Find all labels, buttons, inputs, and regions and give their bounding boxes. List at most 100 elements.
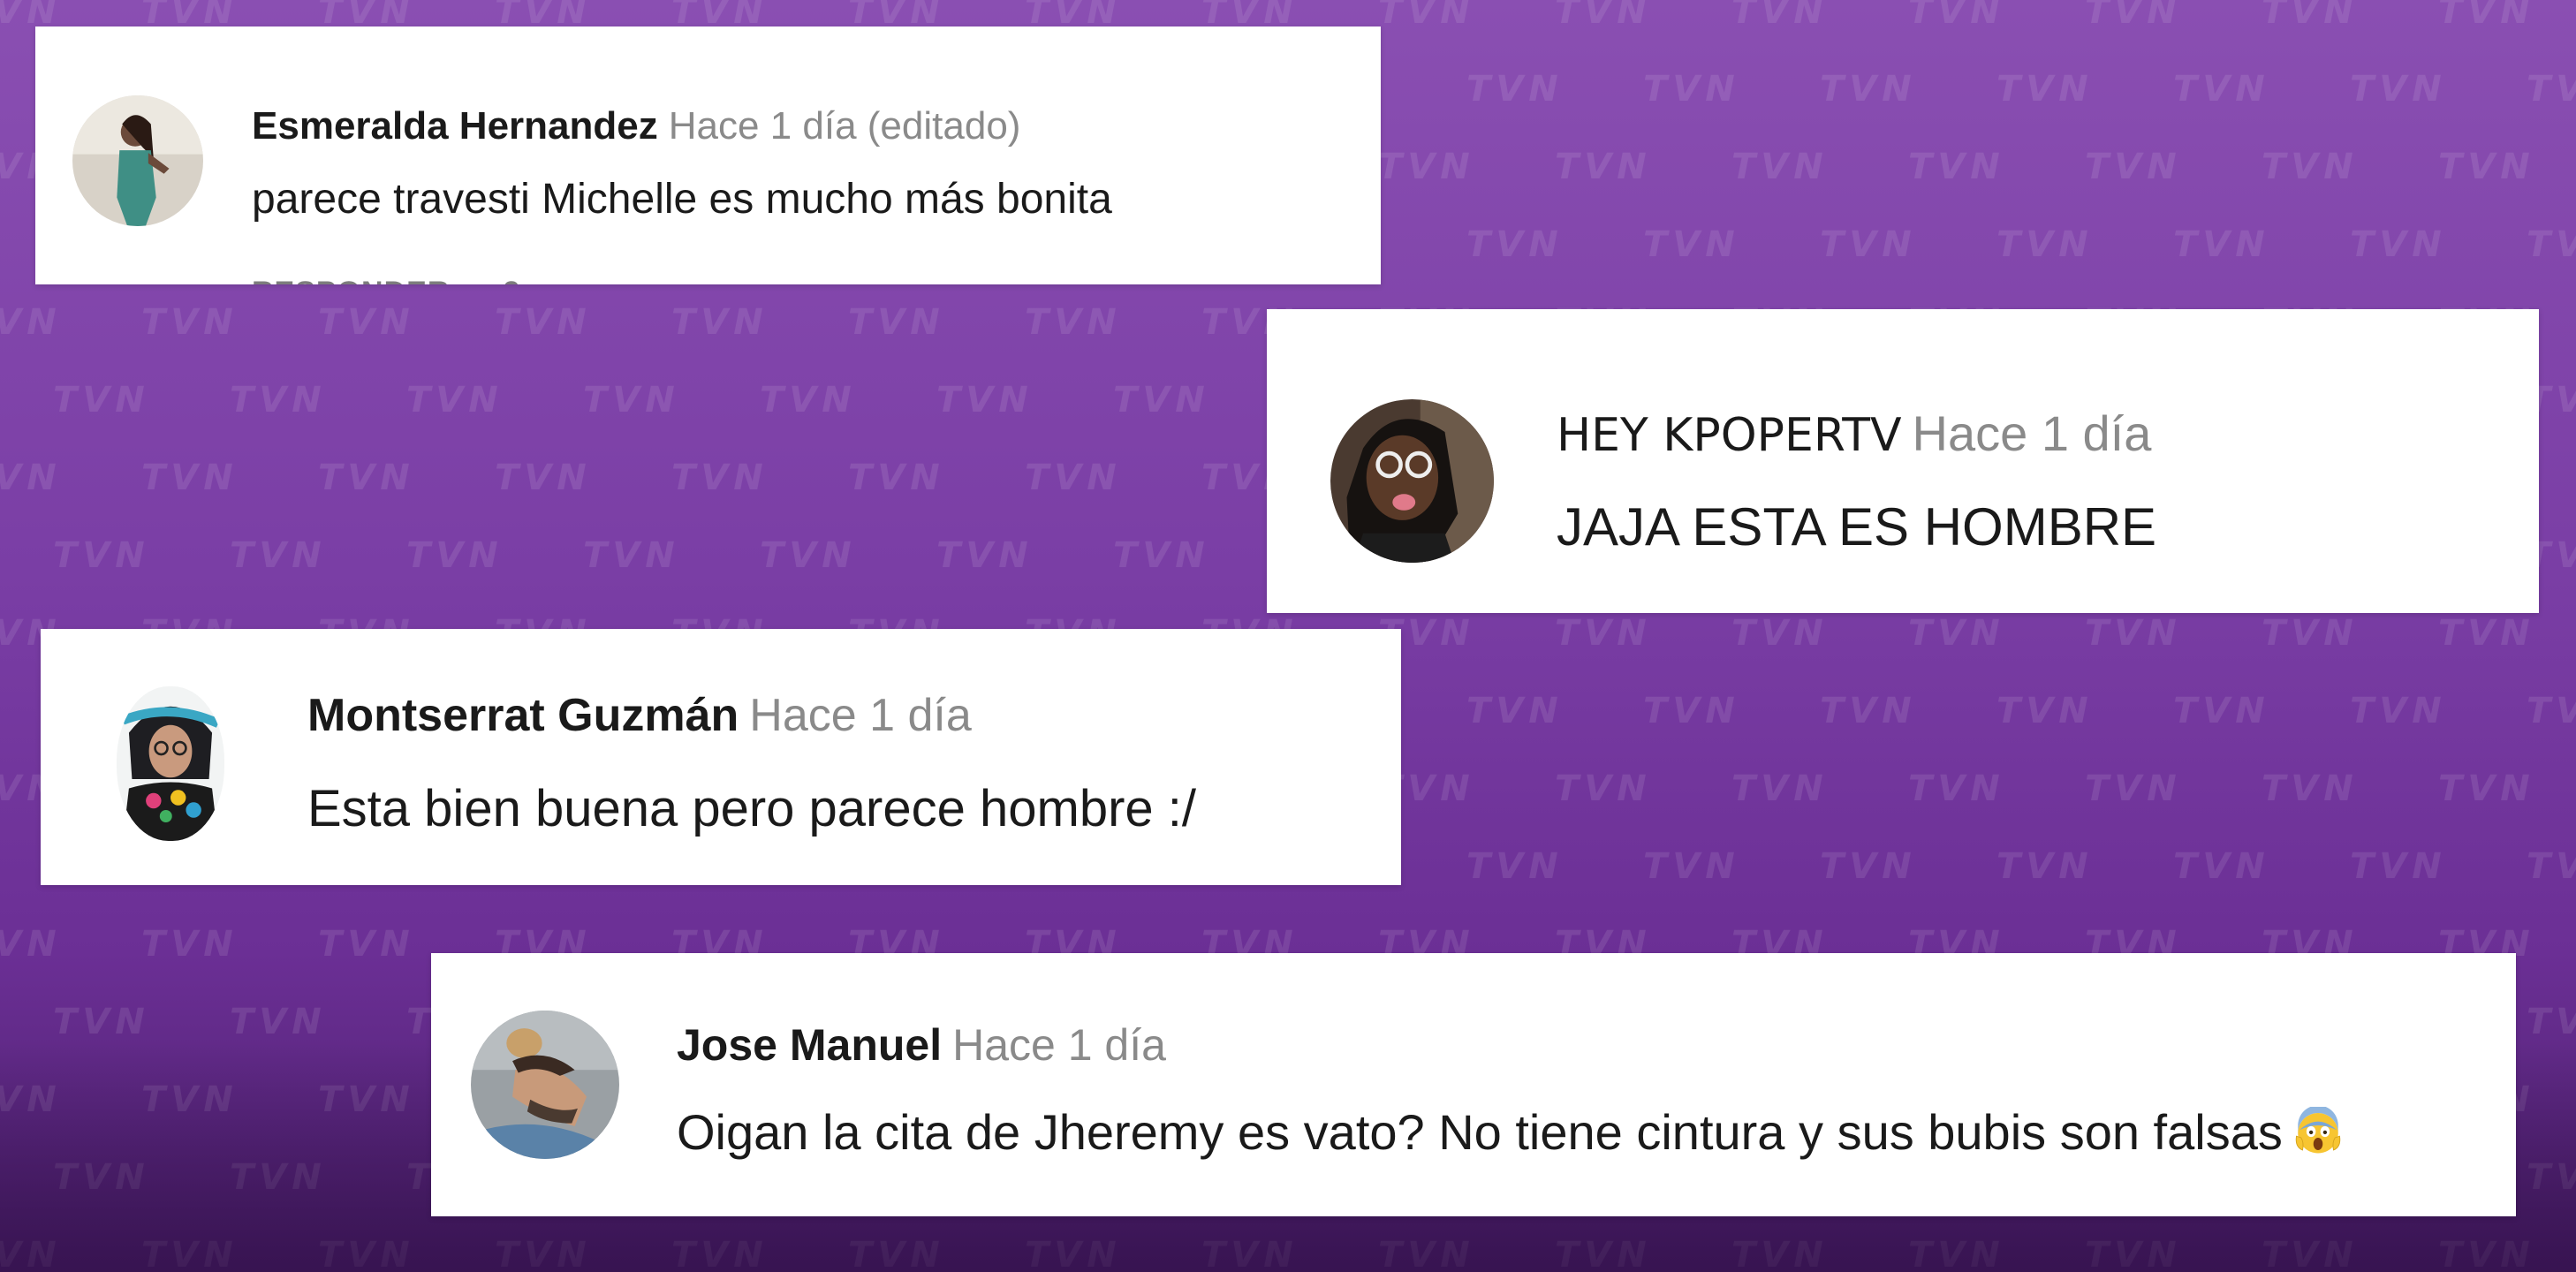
tvn-watermark-text: TVN [1113,380,1210,420]
tvn-watermark-text: TVN [0,458,62,498]
tvn-watermark-text: TVN [2527,1002,2576,1042]
tvn-watermark-text: TVN [1908,147,2005,187]
comment-text: Esta bien buena pero parece hombre :/ [307,780,1196,837]
tvn-watermark-text: TVN [2527,224,2576,265]
avatar[interactable] [117,686,224,841]
tvn-watermark-text: TVN [318,458,415,498]
timestamp[interactable]: Hace 1 día (editado) [669,104,1021,148]
tvn-watermark-text: TVN [936,535,1034,576]
tvn-watermark-text: TVN [141,458,239,498]
tvn-watermark-text: TVN [2085,768,2182,809]
tvn-watermark-text: TVN [2527,691,2576,731]
comment-meta: Jose Manuel Hace 1 día [677,1019,1166,1071]
timestamp[interactable]: Hace 1 día [749,690,972,741]
comment-card: Montserrat Guzmán Hace 1 día Esta bien bu… [41,629,1401,885]
tvn-watermark-text: TVN [2262,613,2359,654]
tvn-watermark-text: TVN [53,380,150,420]
author-name[interactable]: HEY KPOPERTV [1557,409,1902,462]
screaming-face-emoji-icon [2293,1107,2343,1156]
tvn-watermark-text: TVN [1466,846,1564,887]
comment-meta: HEY KPOPERTV Hace 1 día [1557,405,2151,462]
tvn-watermark-text: TVN [1555,768,1652,809]
avatar[interactable] [1330,399,1494,563]
tvn-watermark-text: TVN [671,458,769,498]
tvn-watermark-text: TVN [141,302,239,343]
tvn-watermark-text: TVN [1378,0,1475,32]
tvn-watermark-text: TVN [1378,147,1475,187]
tvn-watermark-text: TVN [1025,458,1122,498]
tvn-watermark-text: TVN [1731,147,1829,187]
user-avatar-icon [1330,399,1494,563]
tvn-watermark-text: TVN [1643,691,1740,731]
tvn-watermark-text: TVN [2085,0,2182,32]
tvn-watermark-text: TVN [0,924,62,965]
avatar[interactable] [471,1011,619,1159]
tvn-watermark-text: TVN [1820,224,1917,265]
tvn-watermark-text: TVN [2350,224,2447,265]
comment-text: parece travesti Michelle es mucho más bo… [252,176,1112,223]
tvn-watermark-text: TVN [53,1002,150,1042]
tvn-watermark-text: TVN [2173,846,2270,887]
tvn-watermark-text: TVN [2085,613,2182,654]
author-name[interactable]: Jose Manuel [677,1020,942,1070]
like-count: 2 [503,276,520,284]
tvn-watermark-text: TVN [2085,147,2182,187]
tvn-watermark-text: TVN [2173,691,2270,731]
tvn-watermark-text: TVN [53,535,150,576]
tvn-watermark-text: TVN [1466,69,1564,110]
tvn-watermark-text: TVN [583,535,680,576]
user-avatar-icon [471,1011,619,1159]
tvn-watermark-text: TVN [2438,613,2535,654]
tvn-watermark-text: TVN [760,535,857,576]
tvn-watermark-text: TVN [2173,224,2270,265]
timestamp[interactable]: Hace 1 día [1913,405,2152,461]
user-avatar-icon [117,686,224,841]
tvn-watermark-text: TVN [1908,768,2005,809]
comment-card: HEY KPOPERTV Hace 1 día JAJA ESTA ES HOMB… [1267,309,2539,613]
tvn-watermark-text: TVN [1643,846,1740,887]
tvn-watermark-text: TVN [1820,846,1917,887]
tvn-watermark-text: TVN [0,302,62,343]
tvn-watermark-text: TVN [1731,0,1829,32]
tvn-watermark-text: TVN [1113,535,1210,576]
author-name[interactable]: Montserrat Guzmán [307,690,739,741]
comment-meta: Montserrat Guzmán Hace 1 día [307,689,972,742]
tvn-watermark-text: TVN [2438,0,2535,32]
tvn-watermark-text: TVN [2350,69,2447,110]
comment-actions: RESPONDER 2 [252,276,573,284]
avatar[interactable] [72,95,203,226]
tvn-watermark-text: TVN [2527,69,2576,110]
tvn-watermark-text: TVN [1996,846,2094,887]
comment-text-content: Oigan la cita de Jheremy es vato? No tie… [677,1104,2283,1160]
tvn-watermark-text: TVN [1378,768,1475,809]
tvn-watermark-text: TVN [230,535,327,576]
tvn-watermark-text: TVN [1820,69,1917,110]
comment-text: JAJA ESTA ES HOMBRE [1557,497,2157,556]
comment-text: Oigan la cita de Jheremy es vato? No tie… [677,1103,2343,1161]
reply-button[interactable]: RESPONDER [252,276,450,284]
tvn-watermark-text: TVN [1643,224,1740,265]
tvn-watermark-text: TVN [1555,613,1652,654]
tvn-watermark-text: TVN [2262,768,2359,809]
tvn-watermark-text: TVN [1996,691,2094,731]
tvn-watermark-text: TVN [1555,147,1652,187]
tvn-watermark-text: TVN [141,924,239,965]
comment-meta: Esmeralda Hernandez Hace 1 día (editado) [252,104,1020,148]
tvn-watermark-text: TVN [1908,0,2005,32]
tvn-watermark-text: TVN [230,380,327,420]
tvn-watermark-text: TVN [2350,691,2447,731]
tvn-watermark-text: TVN [2173,69,2270,110]
timestamp[interactable]: Hace 1 día [952,1020,1166,1070]
tvn-watermark-text: TVN [1908,613,2005,654]
tvn-watermark-text: TVN [230,1002,327,1042]
tvn-watermark-text: TVN [1996,69,2094,110]
tvn-watermark-text: TVN [848,458,945,498]
user-avatar-icon [72,95,203,226]
tvn-watermark-text: TVN [1643,69,1740,110]
tvn-watermark-text: TVN [318,302,415,343]
tvn-watermark-text: TVN [1378,613,1475,654]
tvn-watermark-text: TVN [1466,224,1564,265]
author-name[interactable]: Esmeralda Hernandez [252,104,658,148]
tvn-watermark-text: TVN [1555,0,1652,32]
tvn-watermark-text: TVN [406,380,504,420]
